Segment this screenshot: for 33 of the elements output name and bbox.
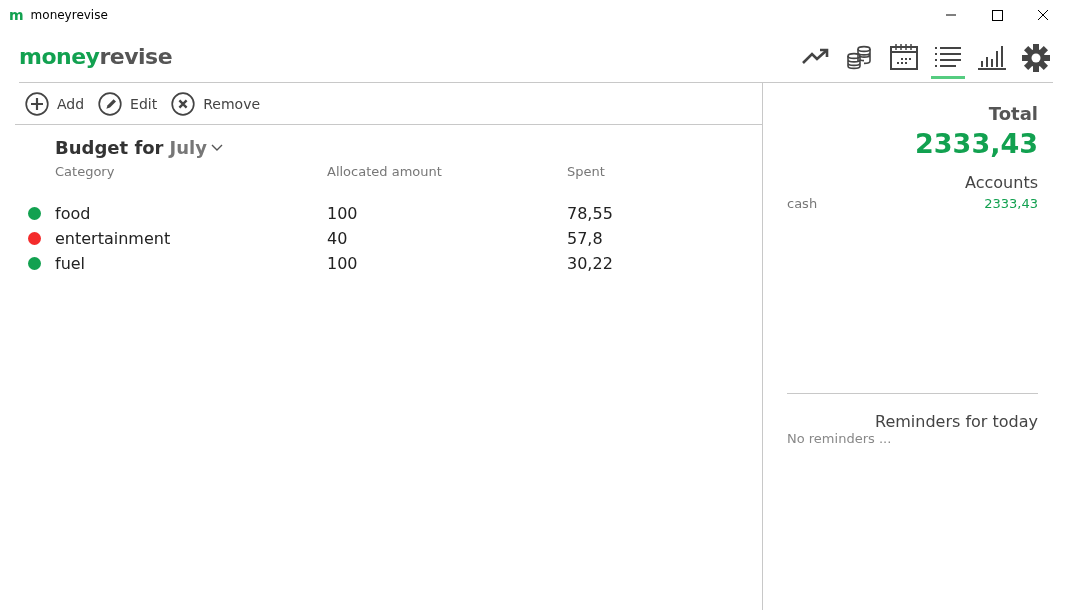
column-header: Category — [55, 164, 327, 201]
budget-title: Budget for — [55, 137, 164, 158]
plus-circle-icon — [25, 91, 49, 116]
account-name: cash — [787, 196, 818, 211]
app-icon: m — [9, 7, 24, 23]
column-header: Spent — [567, 164, 606, 181]
reminders-empty-text: No reminders ... — [787, 431, 893, 446]
account-amount: 2333,43 — [984, 196, 1038, 211]
total-label: Total — [988, 103, 1038, 124]
accounts-label: Accounts — [965, 173, 1038, 192]
allocated-cell-text: 100 — [327, 253, 359, 275]
pencil-circle-icon — [98, 91, 123, 116]
allocated-cell-text: 40 — [327, 228, 349, 250]
settings-icon — [1021, 42, 1051, 73]
reminders-label: Reminders for today — [875, 412, 1038, 431]
remove-button[interactable]: Remove — [171, 91, 261, 116]
logo: moneyrevise — [19, 43, 173, 69]
window-title: moneyrevise — [30, 8, 108, 22]
month-dropdown[interactable]: July — [169, 137, 223, 158]
category-cell-text: fuel — [55, 253, 87, 275]
category-cell-text: food — [55, 203, 92, 225]
category-cell: entertainment — [55, 226, 327, 251]
total-amount: 2333,43 — [915, 128, 1038, 159]
allocated-cell-text: 100 — [327, 203, 359, 225]
spent-cell-text: 57,8 — [567, 228, 604, 250]
edit-button[interactable]: Edit — [98, 91, 158, 116]
calendar-icon — [889, 42, 919, 73]
chevron-down-icon — [210, 143, 223, 152]
column-header: Allocated amount — [327, 164, 567, 201]
spent-cell-text: 78,55 — [567, 203, 614, 225]
add-button[interactable]: Add — [25, 91, 85, 116]
spent-cell-text: 30,22 — [567, 253, 614, 275]
close-circle-icon — [171, 91, 196, 116]
